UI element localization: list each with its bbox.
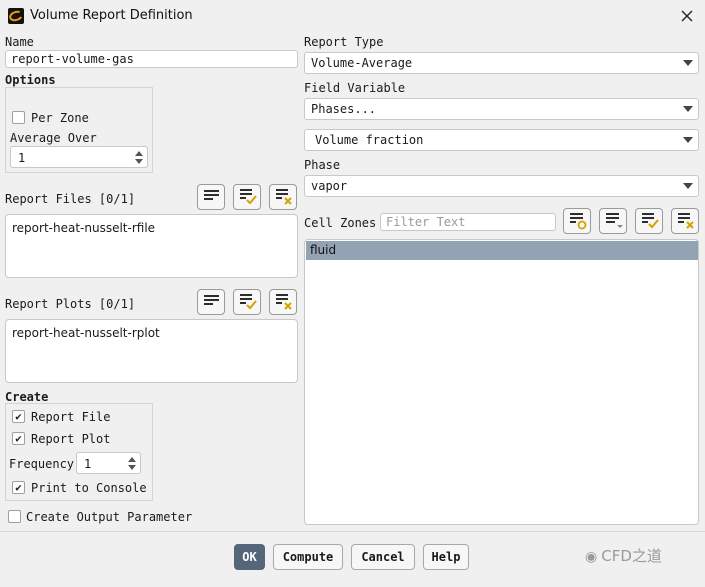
checkmark-icon: ✔ <box>15 432 22 445</box>
list-item-label: fluid <box>310 243 337 257</box>
report-plots-list[interactable]: report-heat-nusselt-rplot <box>5 319 298 383</box>
report-plots-label: Report Plots [0/1] <box>5 297 136 311</box>
stepper-down-icon[interactable] <box>135 159 143 164</box>
cell-zones-group-button[interactable] <box>599 208 627 234</box>
name-input[interactable]: report-volume-gas <box>5 50 298 68</box>
list-x-icon <box>678 213 694 229</box>
report-plots-select-all-button[interactable] <box>233 289 261 315</box>
per-zone-checkbox[interactable] <box>12 111 25 124</box>
name-label: Name <box>5 35 34 49</box>
average-over-value: 1 <box>18 151 26 165</box>
report-plot-label: Report Plot <box>31 432 111 446</box>
checkmark-icon: ✔ <box>15 481 22 494</box>
title-bar: Volume Report Definition <box>0 0 705 32</box>
report-files-select-all-button[interactable] <box>233 184 261 210</box>
report-plots-deselect-all-button[interactable] <box>269 289 297 315</box>
fluent-logo-icon <box>8 8 24 24</box>
compute-button[interactable]: Compute <box>273 544 343 570</box>
report-plots-show-all-button[interactable] <box>197 289 225 315</box>
average-over-label: Average Over <box>10 131 97 145</box>
cell-zones-deselect-all-button[interactable] <box>671 208 699 234</box>
report-file-label: Report File <box>31 410 111 424</box>
field-variable-category-value: Phases... <box>311 102 377 116</box>
ok-button[interactable]: OK <box>234 544 265 570</box>
per-zone-label: Per Zone <box>31 111 89 125</box>
stepper-up-icon[interactable] <box>135 151 143 156</box>
stepper-up-icon[interactable] <box>128 457 136 462</box>
phase-label: Phase <box>304 158 341 172</box>
window-title: Volume Report Definition <box>30 8 193 23</box>
cell-zones-label: Cell Zones <box>304 216 377 230</box>
help-button[interactable]: Help <box>423 544 469 570</box>
close-button[interactable] <box>676 6 698 26</box>
field-variable-category-dropdown[interactable]: Phases... <box>304 98 699 120</box>
frequency-stepper[interactable]: 1 <box>76 452 141 474</box>
list-lines-icon <box>204 190 219 200</box>
list-check-icon <box>642 213 659 229</box>
report-file-checkbox[interactable]: ✔ <box>12 410 25 423</box>
chevron-down-icon <box>683 137 693 143</box>
checkmark-icon: ✔ <box>15 410 22 423</box>
create-heading: Create <box>5 390 49 404</box>
field-variable-label: Field Variable <box>304 81 406 95</box>
list-x-icon <box>276 189 292 205</box>
cancel-button[interactable]: Cancel <box>351 544 415 570</box>
chevron-down-icon <box>683 183 693 189</box>
phase-value: vapor <box>311 179 348 193</box>
list-check-icon <box>240 294 257 310</box>
list-item[interactable]: report-heat-nusselt-rplot <box>12 326 160 340</box>
chevron-down-icon <box>683 106 693 112</box>
list-item-selected[interactable]: fluid <box>306 241 698 260</box>
report-plot-checkbox[interactable]: ✔ <box>12 432 25 445</box>
report-files-label: Report Files [0/1] <box>5 192 136 206</box>
wechat-icon: ◉ <box>585 549 598 565</box>
cell-zones-filter-input[interactable]: Filter Text <box>380 213 556 231</box>
options-heading: Options <box>5 73 56 87</box>
list-item[interactable]: report-heat-nusselt-rfile <box>12 221 155 235</box>
frequency-value: 1 <box>84 457 92 471</box>
cell-zones-list[interactable]: fluid <box>304 239 699 525</box>
list-lines-icon <box>204 295 219 305</box>
report-files-show-all-button[interactable] <box>197 184 225 210</box>
stepper-down-icon[interactable] <box>128 465 136 470</box>
cell-zones-match-button[interactable] <box>563 208 591 234</box>
print-to-console-checkbox[interactable]: ✔ <box>12 481 25 494</box>
watermark-text: CFD之道 <box>601 547 662 565</box>
footer-divider <box>0 531 705 532</box>
watermark: ◉ CFD之道 <box>585 545 662 566</box>
average-over-stepper[interactable]: 1 <box>10 146 148 168</box>
phase-dropdown[interactable]: vapor <box>304 175 699 197</box>
field-variable-value: Volume fraction <box>315 133 424 147</box>
close-icon <box>681 10 693 22</box>
report-type-value: Volume-Average <box>311 56 413 70</box>
report-type-label: Report Type <box>304 35 384 49</box>
print-to-console-label: Print to Console <box>31 481 147 495</box>
cell-zones-select-all-button[interactable] <box>635 208 663 234</box>
report-files-list[interactable]: report-heat-nusselt-rfile <box>5 214 298 278</box>
field-variable-dropdown[interactable]: Volume fraction <box>304 129 699 151</box>
report-files-deselect-all-button[interactable] <box>269 184 297 210</box>
report-type-dropdown[interactable]: Volume-Average <box>304 52 699 74</box>
list-check-icon <box>240 189 257 205</box>
list-dropdown-icon <box>606 213 623 228</box>
list-circle-icon <box>570 213 587 230</box>
list-x-icon <box>276 294 292 310</box>
create-output-parameter-label: Create Output Parameter <box>26 510 193 524</box>
frequency-label: Frequency <box>9 457 75 471</box>
chevron-down-icon <box>683 60 693 66</box>
create-output-parameter-checkbox[interactable] <box>8 510 21 523</box>
